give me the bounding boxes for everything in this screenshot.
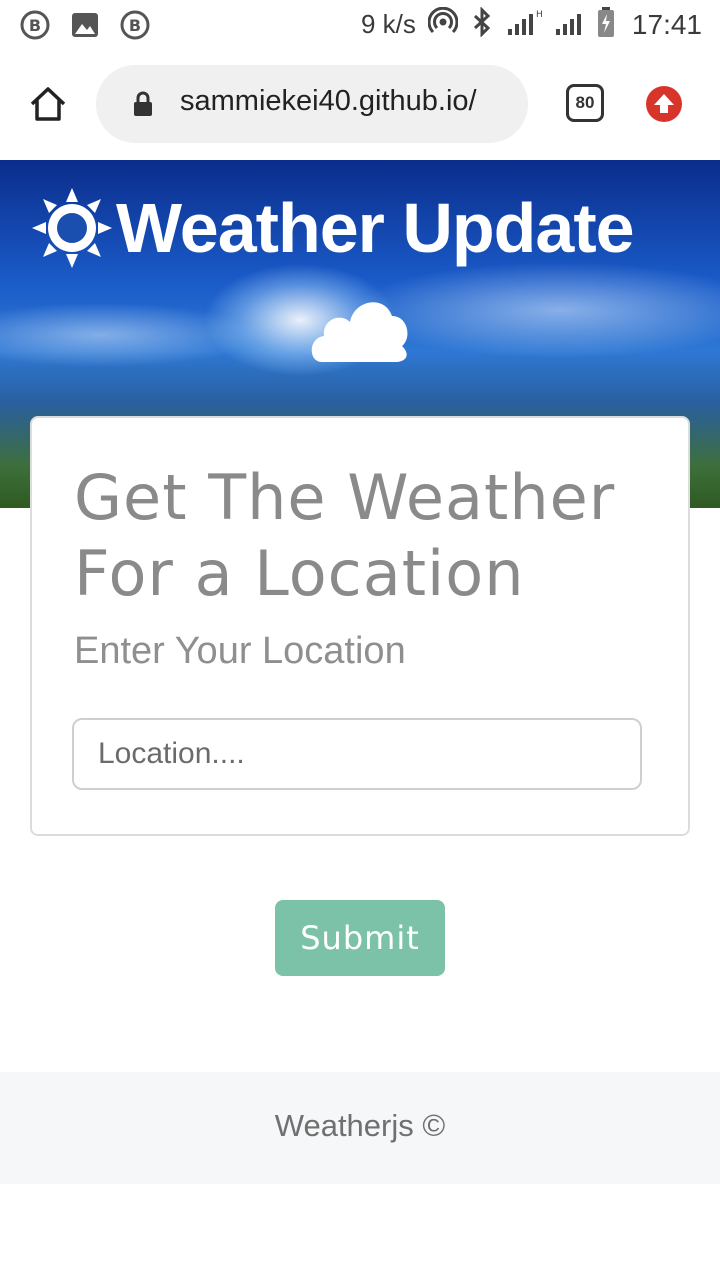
location-input[interactable] (72, 718, 642, 790)
svg-text:B: B (29, 16, 41, 35)
site-title: Weather Update (30, 186, 635, 270)
status-bar: B B 9 k/s H+ 17:41 (0, 0, 720, 50)
battery-icon (596, 6, 616, 43)
submit-button[interactable]: Submit (275, 900, 445, 976)
signal-icon (554, 7, 584, 42)
clock: 17:41 (631, 8, 702, 40)
home-icon[interactable] (28, 84, 68, 124)
lock-icon (132, 91, 154, 117)
bitcoin-icon: B (118, 8, 152, 42)
card-subtitle: Enter Your Location (74, 630, 406, 672)
update-icon[interactable] (646, 86, 682, 122)
signal-icon: H+ (506, 7, 550, 42)
tab-switcher-button[interactable]: 80 (566, 84, 604, 122)
svg-text:H+: H+ (536, 10, 542, 20)
notification-icons: B B (18, 8, 152, 42)
footer: Weatherjs © (0, 1072, 720, 1184)
image-icon (68, 8, 102, 42)
url-text[interactable]: sammiekei40.github.io/ (180, 85, 520, 118)
network-speed: 9 k/s (361, 9, 416, 39)
hotspot-icon (427, 6, 459, 42)
cloud-icon (311, 302, 408, 362)
sun-icon (32, 188, 112, 268)
card-title: Get The Weather For a Location (74, 461, 616, 610)
address-bar[interactable]: sammiekei40.github.io/ (96, 65, 528, 143)
bluetooth-icon (470, 6, 494, 42)
hero-title-text: Weather Update (116, 189, 635, 267)
footer-text: Weatherjs © (274, 1108, 446, 1143)
svg-text:B: B (129, 16, 141, 35)
system-status: 9 k/s H+ 17:41 (361, 6, 702, 43)
browser-toolbar: sammiekei40.github.io/ 80 (0, 50, 720, 160)
location-card: Get The Weather For a Location Enter You… (30, 416, 690, 836)
bitcoin-icon: B (18, 8, 52, 42)
